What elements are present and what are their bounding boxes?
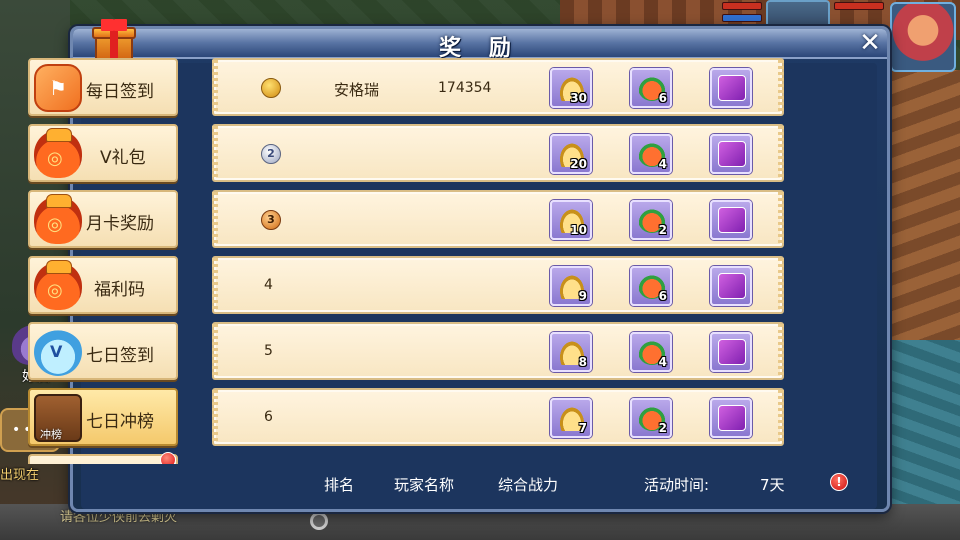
reward-qty: 20 — [570, 157, 587, 171]
hp-bar — [722, 2, 762, 10]
bronze-medal-icon: 3 — [261, 210, 281, 230]
purple-scroll-icon — [718, 273, 746, 299]
player-portrait[interactable] — [890, 2, 956, 72]
gift-box-icon — [91, 19, 136, 63]
purple-scroll-icon — [718, 141, 746, 167]
ranking-row: 2 20 4 — [212, 124, 784, 182]
power-column-label: 综合战力 — [498, 476, 559, 494]
ranking-row: 3 10 2 — [212, 190, 784, 248]
sidebar-item-label: 每日签到 — [86, 82, 154, 102]
ranking-list: 安格瑞 174354 30 6 2 20 4 3 10 2 4 9 6 5 8 … — [212, 58, 786, 464]
purple-scroll-icon — [718, 405, 746, 431]
reward-qty: 7 — [578, 421, 587, 435]
player-column-label: 玩家名称 — [394, 476, 455, 494]
ranking-row: 6 7 2 — [212, 388, 784, 446]
purple-scroll-icon — [718, 207, 746, 233]
sidebar-item-label: 七日签到 — [86, 346, 154, 366]
sidebar-item-seven-day-checkin[interactable]: 七日签到 — [28, 322, 178, 380]
purple-scroll-icon — [718, 339, 746, 365]
vip-bag-icon — [34, 128, 82, 178]
sidebar-item-label: 福利码 — [94, 280, 145, 300]
reward-slot[interactable]: 2 — [630, 398, 672, 438]
reward-slot[interactable] — [710, 398, 752, 438]
settings-gear-icon[interactable] — [310, 512, 328, 530]
purple-scroll-icon — [718, 75, 746, 101]
reward-slot[interactable] — [710, 332, 752, 372]
seven-day-checkin-icon — [34, 328, 82, 376]
reward-slot[interactable]: 30 — [550, 68, 592, 108]
sidebar-item-seven-day-rank[interactable]: 冲榜 七日冲榜 — [28, 388, 178, 446]
ranking-row: 5 8 4 — [212, 322, 784, 380]
reward-slot[interactable] — [710, 200, 752, 240]
reward-slot[interactable]: 8 — [550, 332, 592, 372]
ranking-row: 安格瑞 174354 30 6 — [212, 58, 784, 116]
rank-number: 6 — [264, 409, 273, 425]
reward-qty: 9 — [578, 289, 587, 303]
reward-slot[interactable]: 6 — [630, 68, 672, 108]
reward-slot[interactable]: 7 — [550, 398, 592, 438]
event-time-value: 7天 — [760, 476, 785, 494]
reward-qty: 30 — [570, 91, 587, 105]
reward-slot[interactable]: 2 — [630, 200, 672, 240]
mp-bar — [722, 14, 762, 22]
info-alert-icon[interactable]: ! — [830, 473, 848, 491]
reward-qty: 4 — [658, 157, 667, 171]
side-message-text: 出现在 — [0, 468, 40, 483]
reward-slot[interactable] — [710, 68, 752, 108]
reward-slot[interactable]: 6 — [630, 266, 672, 306]
rank-number: 5 — [264, 343, 273, 359]
dialog-header: 奖 励 ✕ — [73, 29, 887, 61]
rank-number: 4 — [264, 277, 273, 293]
sidebar-item-label: 月卡奖励 — [86, 214, 154, 234]
reward-slot[interactable]: 4 — [630, 332, 672, 372]
notification-badge — [160, 452, 176, 464]
reward-slot[interactable]: 4 — [630, 134, 672, 174]
sidebar-item-month-card[interactable]: 月卡奖励 — [28, 190, 178, 248]
reward-slot[interactable]: 20 — [550, 134, 592, 174]
reward-slot[interactable] — [710, 134, 752, 174]
seven-day-rank-chest-icon: 冲榜 — [34, 394, 82, 442]
sidebar-item-daily-checkin[interactable]: 每日签到 — [28, 58, 178, 116]
rank-column-label: 排名 — [324, 476, 355, 494]
player-hp-bar — [834, 2, 884, 10]
silver-medal-icon: 2 — [261, 144, 281, 164]
reward-slot[interactable]: 10 — [550, 200, 592, 240]
sidebar-item-more[interactable] — [28, 452, 178, 464]
gold-medal-icon — [261, 78, 281, 98]
sidebar-item-label: 七日冲榜 — [86, 412, 154, 432]
sidebar-item-label: V礼包 — [100, 148, 146, 168]
reward-qty: 4 — [658, 355, 667, 369]
ranking-row: 4 9 6 — [212, 256, 784, 314]
chest-label: 冲榜 — [40, 428, 62, 441]
reward-qty: 6 — [658, 91, 667, 105]
reward-slot[interactable] — [710, 266, 752, 306]
welfare-code-bag-icon — [34, 260, 82, 310]
reward-slot[interactable]: 9 — [550, 266, 592, 306]
reward-qty: 2 — [658, 421, 667, 435]
reward-qty: 10 — [570, 223, 587, 237]
close-button[interactable]: ✕ — [857, 30, 883, 57]
reward-qty: 6 — [658, 289, 667, 303]
reward-category-sidebar: 每日签到 V礼包 月卡奖励 福利码 七日签到 冲榜 七日冲榜 — [28, 58, 180, 464]
daily-checkin-icon — [34, 64, 82, 112]
reward-qty: 2 — [658, 223, 667, 237]
month-card-bag-icon — [34, 194, 82, 244]
event-time-label: 活动时间: — [644, 476, 710, 494]
player-name: 安格瑞 — [334, 81, 380, 99]
combat-power: 174354 — [438, 80, 492, 96]
sidebar-item-vip-bag[interactable]: V礼包 — [28, 124, 178, 182]
sidebar-item-welfare-code[interactable]: 福利码 — [28, 256, 178, 314]
reward-qty: 8 — [578, 355, 587, 369]
